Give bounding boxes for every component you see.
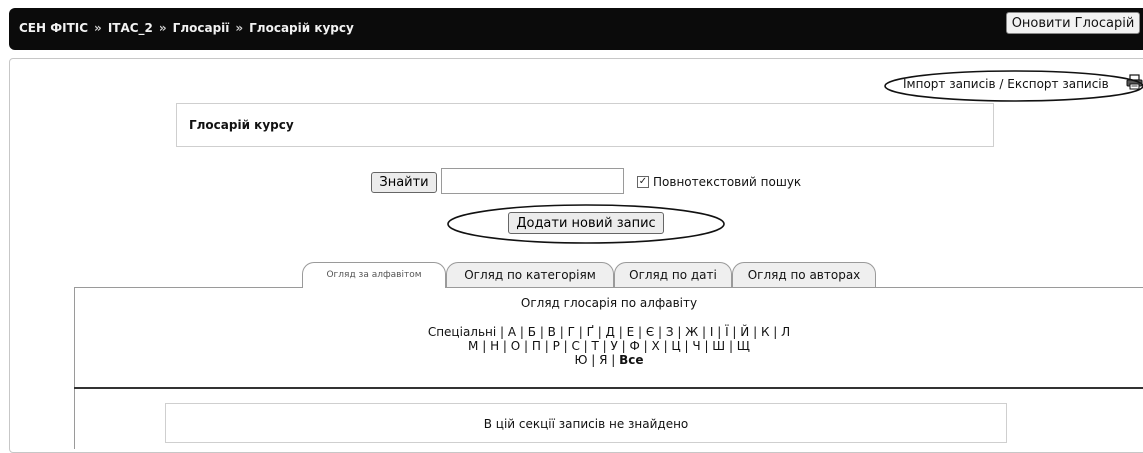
breadcrumb-separator: » bbox=[158, 21, 167, 35]
highlight-ellipse bbox=[884, 70, 1143, 102]
tab-categories[interactable]: Огляд по категоріям bbox=[446, 262, 614, 287]
fulltext-search-label: Повнотекстовий пошук bbox=[653, 175, 802, 189]
tab-divider bbox=[74, 287, 1143, 288]
page-title: Глосарій курсу bbox=[189, 118, 294, 132]
tab-alphabet[interactable]: Огляд за алфавітом bbox=[302, 262, 446, 288]
breadcrumb-separator: » bbox=[235, 21, 244, 35]
alphabet-line[interactable]: М | Н | О | П | Р | С | Т | У | Ф | Х | … bbox=[74, 339, 1143, 353]
breadcrumb-separator: » bbox=[94, 21, 102, 35]
breadcrumb-item-current: Глосарій курсу bbox=[249, 21, 354, 35]
alphabet-line[interactable]: Спеціальні | А | Б | В | Г | Ґ | Д | Е |… bbox=[74, 325, 1143, 339]
search-input[interactable] bbox=[441, 168, 624, 194]
update-glossary-button[interactable]: Оновити Глосарій bbox=[1006, 12, 1140, 34]
empty-entries-box: В цій секції записів не знайдено bbox=[165, 403, 1007, 443]
search-button[interactable]: Знайти bbox=[371, 172, 437, 193]
browse-heading: Огляд глосарія по алфавіту bbox=[520, 296, 698, 310]
panel-border bbox=[74, 287, 75, 449]
fulltext-search-checkbox[interactable]: ✓ bbox=[637, 176, 649, 188]
tab-authors[interactable]: Огляд по авторах bbox=[732, 262, 876, 287]
glossary-title-box: Глосарій курсу bbox=[176, 103, 994, 147]
navbar: СЕН ФІТІС » ІТАС_2 » Глосарії » Глосарій курсу bbox=[9, 8, 1143, 50]
breadcrumb: СЕН ФІТІС » ІТАС_2 » Глосарії » Глосарій курсу bbox=[19, 21, 354, 35]
breadcrumb-item-course[interactable]: ІТАС_2 bbox=[108, 21, 153, 35]
add-entry-button[interactable]: Додати новий запис bbox=[508, 212, 664, 234]
section-divider bbox=[74, 387, 1143, 389]
breadcrumb-item-glossaries[interactable]: Глосарії bbox=[173, 21, 230, 35]
alphabet-index: Спеціальні | А | Б | В | Г | Ґ | Д | Е |… bbox=[74, 325, 1143, 367]
alphabet-line[interactable]: Ю | Я | bbox=[574, 353, 619, 367]
breadcrumb-item-site[interactable]: СЕН ФІТІС bbox=[19, 21, 88, 35]
alphabet-all-link[interactable]: Все bbox=[619, 353, 643, 367]
tab-date[interactable]: Огляд по даті bbox=[614, 262, 732, 287]
empty-message: В цій секції записів не знайдено bbox=[483, 417, 689, 431]
